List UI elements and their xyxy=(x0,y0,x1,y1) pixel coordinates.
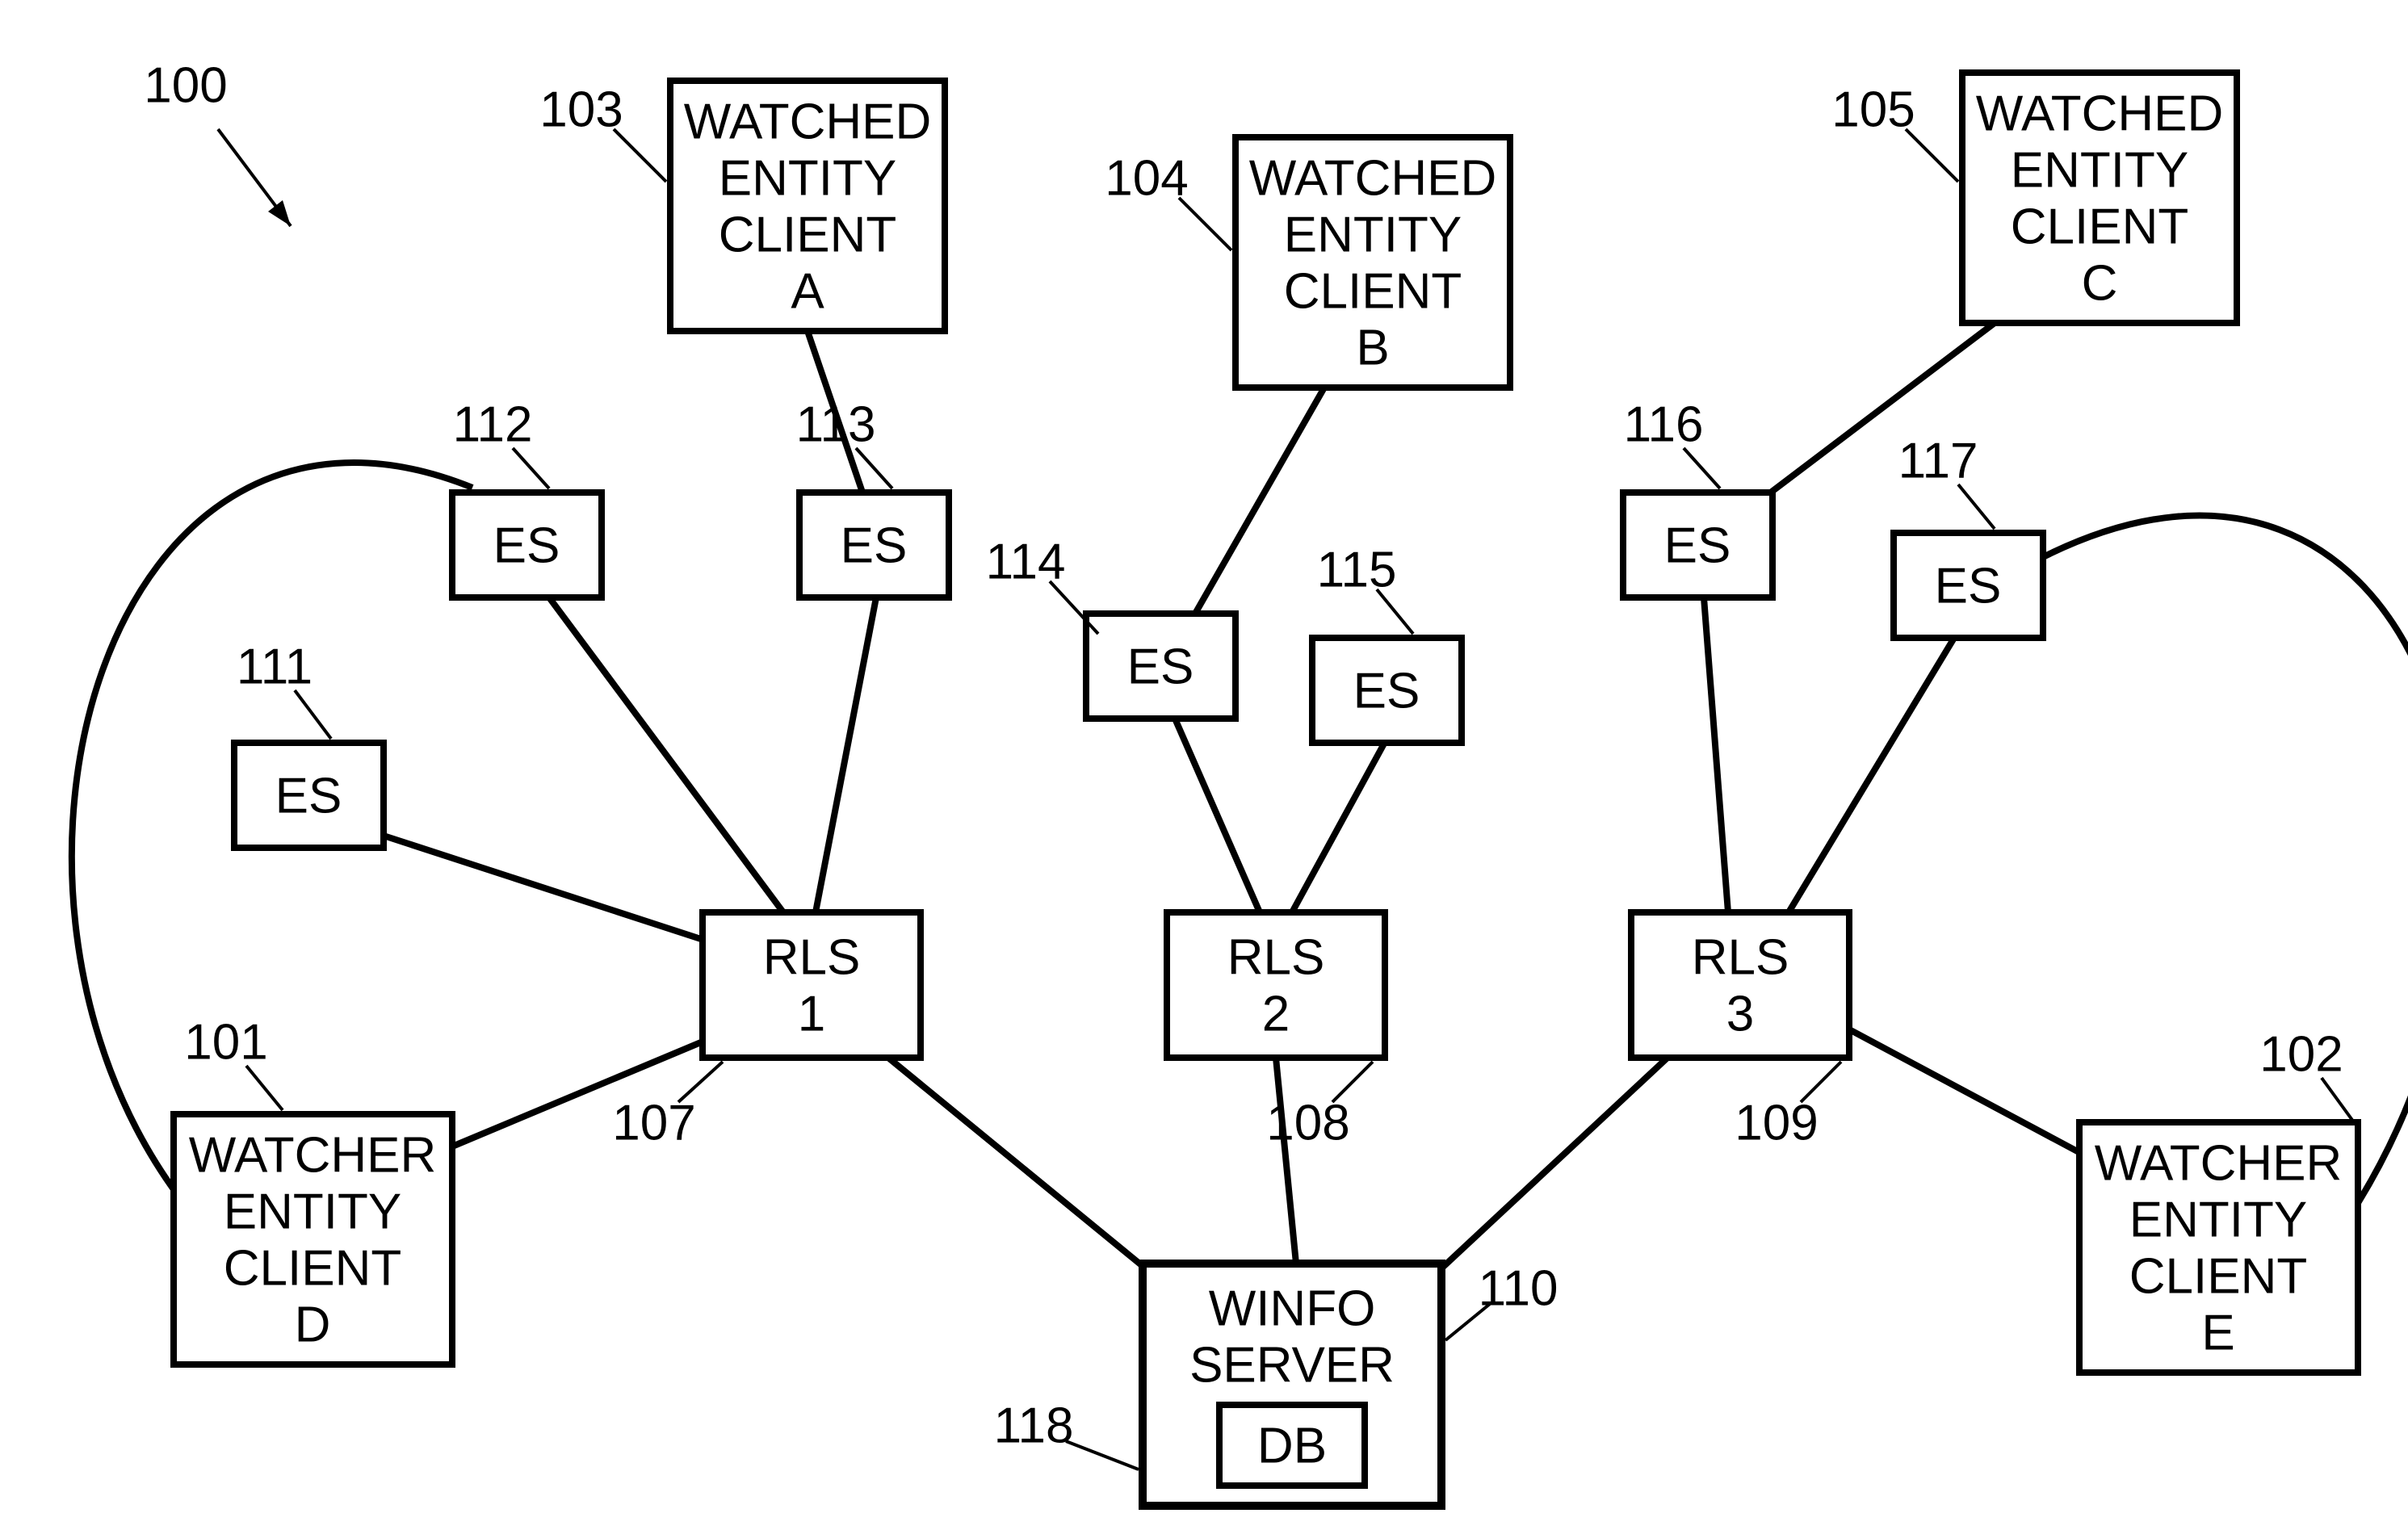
label-115: 115 xyxy=(1317,542,1397,597)
svg-text:B: B xyxy=(1356,320,1389,375)
label-116: 116 xyxy=(1624,396,1704,452)
es-116: ES xyxy=(1623,493,1772,597)
svg-text:ES: ES xyxy=(275,768,342,824)
label-105: 105 xyxy=(1831,82,1915,137)
svg-text:ENTITY: ENTITY xyxy=(719,150,896,206)
es-115: ES xyxy=(1312,638,1462,743)
label-104: 104 xyxy=(1105,150,1188,206)
svg-text:ES: ES xyxy=(1353,663,1420,719)
svg-text:ENTITY: ENTITY xyxy=(2129,1192,2307,1247)
svg-text:ENTITY: ENTITY xyxy=(2011,142,2188,198)
es-117: ES xyxy=(1894,533,2043,638)
label-114: 114 xyxy=(986,534,1066,589)
rls-2: RLS 2 xyxy=(1167,912,1385,1058)
label-103: 103 xyxy=(539,82,623,137)
label-113: 113 xyxy=(796,396,876,452)
label-107: 107 xyxy=(612,1095,695,1151)
svg-text:CLIENT: CLIENT xyxy=(224,1240,401,1296)
rls-3: RLS 3 xyxy=(1631,912,1849,1058)
winfo-server: WINFO SERVER DB xyxy=(1143,1264,1441,1506)
svg-text:CLIENT: CLIENT xyxy=(719,207,896,262)
es-112: ES xyxy=(452,493,602,597)
label-117: 117 xyxy=(1898,433,1978,488)
svg-text:WATCHED: WATCHED xyxy=(1976,86,2224,141)
watcher-entity-client-d: WATCHER ENTITY CLIENT D xyxy=(174,1114,452,1364)
svg-text:WATCHER: WATCHER xyxy=(2095,1135,2343,1191)
label-109: 109 xyxy=(1735,1095,1818,1151)
watcher-entity-client-e: WATCHER ENTITY CLIENT E xyxy=(2079,1122,2358,1373)
svg-text:CLIENT: CLIENT xyxy=(2011,199,2188,254)
label-110: 110 xyxy=(1479,1260,1558,1316)
svg-text:RLS: RLS xyxy=(763,929,861,985)
svg-text:SERVER: SERVER xyxy=(1189,1337,1395,1393)
svg-text:ENTITY: ENTITY xyxy=(1284,207,1462,262)
svg-text:ENTITY: ENTITY xyxy=(224,1184,401,1239)
rls-1: RLS 1 xyxy=(703,912,921,1058)
svg-text:E: E xyxy=(2201,1305,2234,1360)
watched-entity-client-c: WATCHED ENTITY CLIENT C xyxy=(1962,73,2237,323)
svg-text:WATCHED: WATCHED xyxy=(684,94,932,149)
es-113: ES xyxy=(799,493,949,597)
svg-text:1: 1 xyxy=(798,986,825,1042)
label-108: 108 xyxy=(1266,1095,1349,1151)
watched-entity-client-a: WATCHED ENTITY CLIENT A xyxy=(670,81,945,331)
svg-text:ES: ES xyxy=(1127,639,1194,694)
label-101: 101 xyxy=(184,1014,267,1070)
svg-text:D: D xyxy=(295,1297,331,1352)
svg-text:ES: ES xyxy=(1664,518,1731,573)
label-111: 111 xyxy=(237,639,313,694)
figure-id: 100 xyxy=(144,57,227,113)
label-102: 102 xyxy=(2259,1026,2343,1082)
svg-text:CLIENT: CLIENT xyxy=(1284,263,1462,319)
svg-text:RLS: RLS xyxy=(1227,929,1325,985)
svg-text:WATCHER: WATCHER xyxy=(189,1127,437,1183)
svg-text:WINFO: WINFO xyxy=(1209,1281,1376,1336)
svg-text:WATCHED: WATCHED xyxy=(1249,150,1497,206)
svg-text:A: A xyxy=(791,263,824,319)
svg-text:ES: ES xyxy=(841,518,908,573)
svg-text:2: 2 xyxy=(1262,986,1290,1042)
svg-text:RLS: RLS xyxy=(1692,929,1789,985)
svg-text:C: C xyxy=(2082,255,2118,311)
svg-text:CLIENT: CLIENT xyxy=(2129,1248,2307,1304)
watched-entity-client-b: WATCHED ENTITY CLIENT B xyxy=(1235,137,1510,388)
label-112: 112 xyxy=(453,396,533,452)
svg-text:ES: ES xyxy=(1935,558,2002,614)
es-114: ES xyxy=(1086,614,1235,719)
label-118: 118 xyxy=(994,1398,1074,1453)
es-111: ES xyxy=(234,743,384,848)
db-box: DB xyxy=(1257,1418,1327,1473)
svg-text:ES: ES xyxy=(493,518,560,573)
svg-text:3: 3 xyxy=(1726,986,1754,1042)
